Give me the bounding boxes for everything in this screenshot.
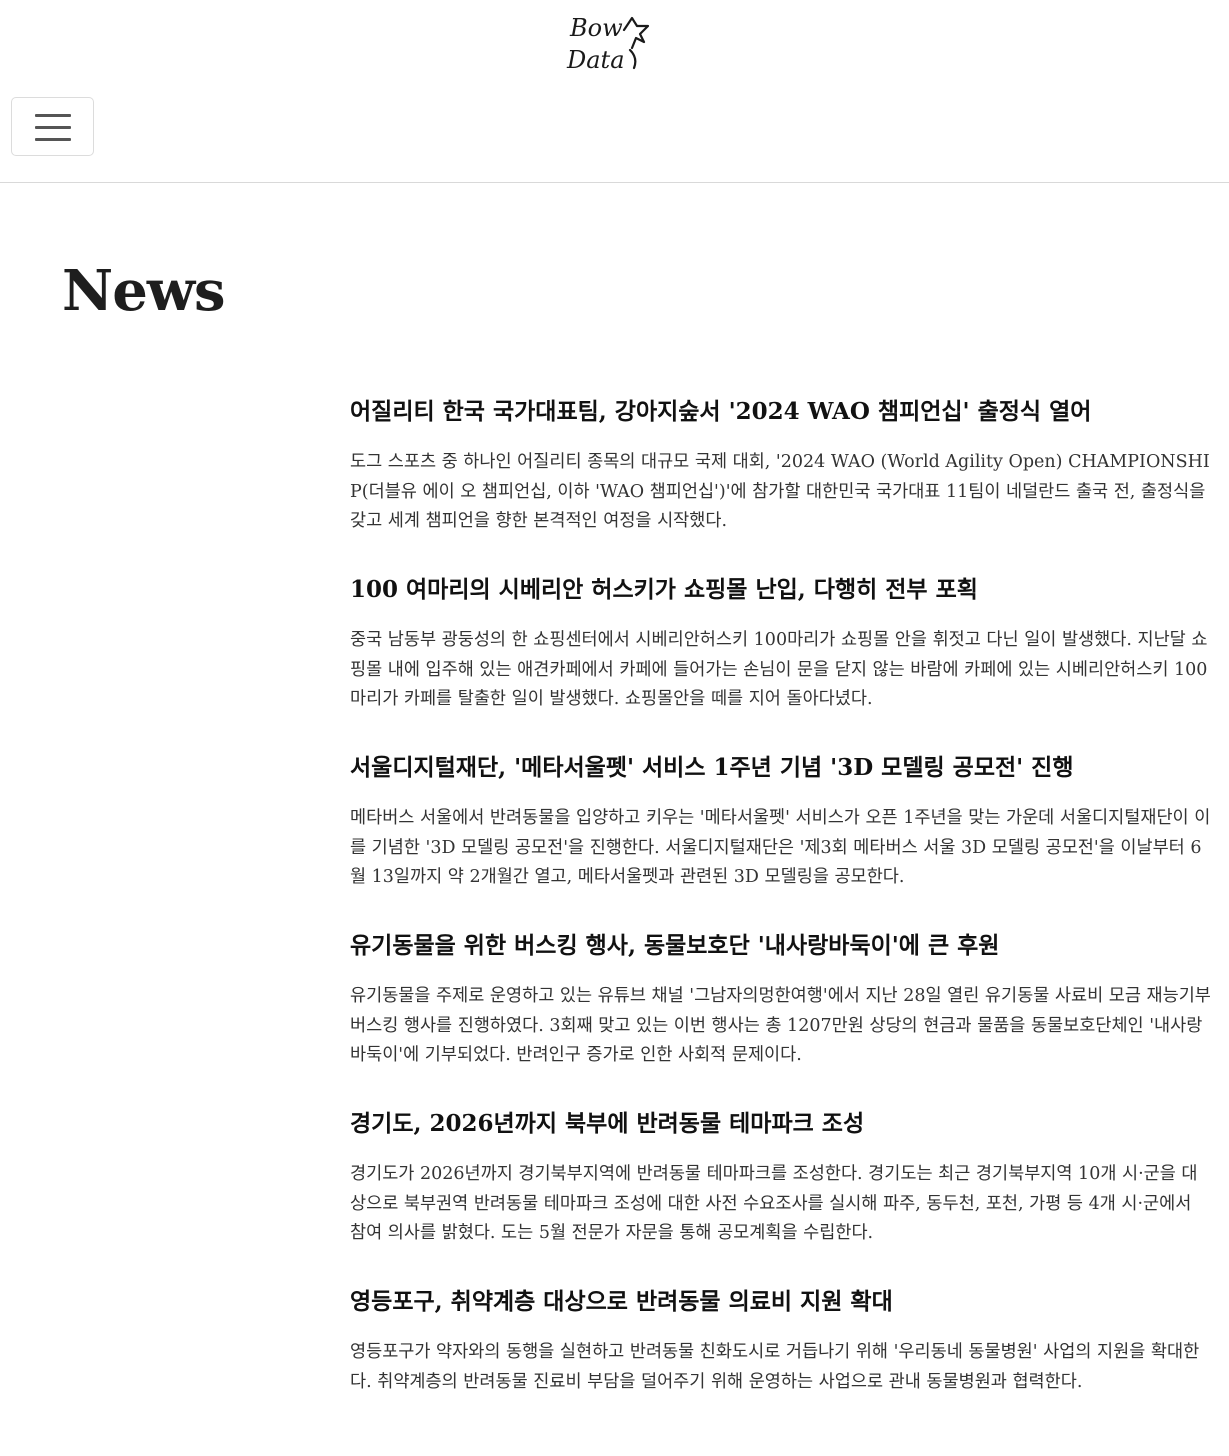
news-summary: 중국 남동부 광둥성의 한 쇼핑센터에서 시베리안허스키 100마리가 쇼핑몰 … <box>350 630 1208 709</box>
news-title[interactable]: 영등포구, 취약계층 대상으로 반려동물 의료비 지원 확대 <box>350 1278 1212 1320</box>
logo-line1: Bow <box>569 14 623 42</box>
news-summary: 유기동물을 주제로 운영하고 있는 유튜브 채널 '그남자의멍한여행'에서 지난… <box>350 986 1211 1065</box>
news-item: 어질리티 한국 국가대표팀, 강아지숲서 '2024 WAO 챔피언십' 출정식… <box>350 388 1212 566</box>
news-title[interactable]: 서울디지털재단, '메타서울펫' 서비스 1주년 기념 '3D 모델링 공모전'… <box>350 744 1212 786</box>
site-header: Bow Data <box>0 0 1229 183</box>
bowdata-logo[interactable]: Bow Data <box>564 8 660 74</box>
dog-icon <box>622 16 650 70</box>
news-title[interactable]: 경기도, 2026년까지 북부에 반려동물 테마파크 조성 <box>350 1100 1212 1142</box>
news-title[interactable]: 100 여마리의 시베리안 허스키가 쇼핑몰 난입, 다행히 전부 포획 <box>350 566 1212 608</box>
news-item: 유기동물을 위한 버스킹 행사, 동물보호단 '내사랑바둑이'에 큰 후원 유기… <box>350 922 1212 1100</box>
news-list: 어질리티 한국 국가대표팀, 강아지숲서 '2024 WAO 챔피언십' 출정식… <box>350 388 1212 1456</box>
news-summary: 영등포구가 약자와의 동행을 실현하고 반려동물 친화도시로 거듭나기 위해 '… <box>350 1342 1200 1392</box>
news-item: 영등포구, 취약계층 대상으로 반려동물 의료비 지원 확대 영등포구가 약자와… <box>350 1278 1212 1456</box>
logo-image: Bow Data <box>566 14 650 74</box>
news-title[interactable]: 유기동물을 위한 버스킹 행사, 동물보호단 '내사랑바둑이'에 큰 후원 <box>350 922 1212 964</box>
news-item: 서울디지털재단, '메타서울펫' 서비스 1주년 기념 '3D 모델링 공모전'… <box>350 744 1212 922</box>
news-summary: 메타버스 서울에서 반려동물을 입양하고 키우는 '메타서울펫' 서비스가 오픈… <box>350 808 1211 887</box>
news-item: 경기도, 2026년까지 북부에 반려동물 테마파크 조성 경기도가 2026년… <box>350 1100 1212 1278</box>
news-title[interactable]: 어질리티 한국 국가대표팀, 강아지숲서 '2024 WAO 챔피언십' 출정식… <box>350 388 1212 430</box>
news-summary: 경기도가 2026년까지 경기북부지역에 반려동물 테마파크를 조성한다. 경기… <box>350 1164 1198 1243</box>
logo-line2: Data <box>566 46 625 74</box>
page-title: News <box>62 258 226 324</box>
menu-toggle-button[interactable] <box>11 97 94 156</box>
news-item: 100 여마리의 시베리안 허스키가 쇼핑몰 난입, 다행히 전부 포획 중국 … <box>350 566 1212 744</box>
news-summary: 도그 스포츠 중 하나인 어질리티 종목의 대규모 국제 대회, '2024 W… <box>350 452 1210 531</box>
